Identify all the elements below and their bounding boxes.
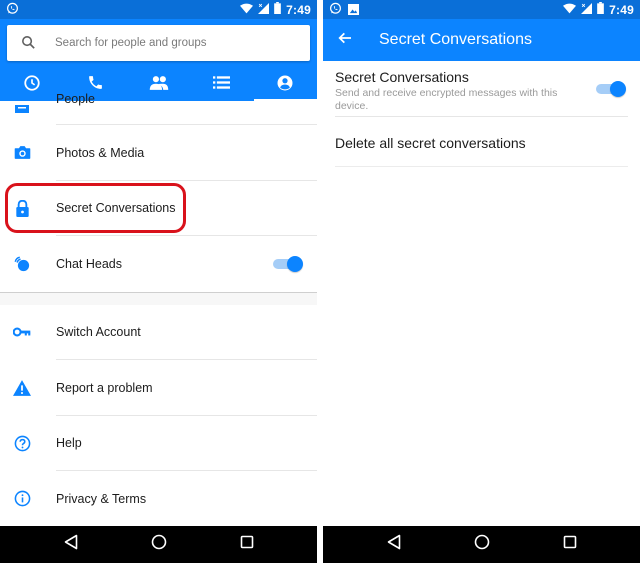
list-item-label: People [56, 92, 95, 106]
tab-profile[interactable] [253, 69, 317, 101]
wifi-icon [563, 3, 577, 17]
recents-square-icon [563, 535, 577, 554]
toggle-thumb [287, 255, 303, 272]
home-circle-icon [474, 534, 490, 555]
battery-icon [597, 2, 605, 17]
signal-icon [581, 2, 593, 17]
camera-icon [12, 143, 32, 163]
back-triangle-icon [64, 534, 78, 555]
status-time: 7:49 [286, 2, 311, 17]
lock-icon [12, 198, 32, 218]
clock-icon [23, 74, 41, 97]
list-item-help[interactable]: Help [0, 416, 317, 471]
list-item-photos-media[interactable]: Photos & Media [0, 125, 317, 181]
nav-recents-button[interactable] [203, 526, 291, 563]
help-icon [12, 433, 32, 453]
back-triangle-icon [387, 534, 401, 555]
list-item-report-problem[interactable]: Report a problem [0, 360, 317, 416]
list-item-label: Switch Account [56, 325, 141, 340]
setting-title: Secret Conversations [335, 69, 469, 85]
key-icon [12, 322, 32, 342]
list-icon [213, 75, 231, 95]
toggle-thumb [610, 81, 626, 97]
whatsapp-icon [6, 2, 19, 20]
home-circle-icon [151, 534, 167, 555]
messenger-me-screen: 7:49 Search for people and groups People… [0, 0, 317, 563]
list-item-secret-conversations[interactable]: Secret Conversations [0, 181, 317, 236]
secret-conversations-setting[interactable]: Secret Conversations Send and receive en… [335, 61, 628, 117]
people-icon [149, 75, 169, 96]
tab-groups[interactable] [127, 69, 190, 101]
setting-description: Send and receive encrypted messages with… [335, 87, 558, 112]
wifi-icon [240, 3, 254, 17]
tab-list[interactable] [190, 69, 253, 101]
nav-home-button[interactable] [438, 526, 526, 563]
people-book-icon [12, 99, 32, 119]
page-title: Secret Conversations [379, 31, 532, 48]
status-bar: 7:49 [0, 0, 317, 19]
nav-recents-button[interactable] [526, 526, 614, 563]
setting-title: Delete all secret conversations [335, 135, 526, 151]
info-icon [12, 489, 32, 509]
list-item-label: Chat Heads [56, 256, 123, 271]
app-bar: Secret Conversations [323, 19, 640, 61]
list-item-label: Photos & Media [56, 145, 145, 160]
nav-back-button[interactable] [350, 526, 438, 563]
list-item-privacy-terms[interactable]: Privacy & Terms [0, 471, 317, 527]
settings-list: People Photos & Media Secret Conversatio… [0, 92, 317, 527]
warning-icon [12, 378, 32, 398]
android-nav-bar [0, 526, 317, 563]
search-input[interactable] [55, 25, 295, 61]
list-item-chat-heads[interactable]: Chat Heads [0, 236, 317, 292]
back-arrow-icon[interactable] [337, 30, 353, 51]
chat-heads-toggle[interactable] [273, 255, 303, 272]
list-item-label: Secret Conversations [56, 201, 176, 216]
search-bar[interactable] [7, 25, 310, 61]
signal-icon [258, 2, 270, 17]
list-item-label: Privacy & Terms [56, 491, 147, 506]
list-item-label: Report a problem [56, 380, 153, 395]
status-time: 7:49 [609, 2, 634, 17]
top-header [0, 19, 317, 101]
delete-all-secret-conversations[interactable]: Delete all secret conversations [335, 117, 628, 167]
image-icon [348, 2, 359, 20]
account-icon [276, 74, 294, 97]
status-bar: 7:49 [323, 0, 640, 19]
chat-heads-icon [12, 254, 32, 274]
android-nav-bar [323, 526, 640, 563]
tab-bar [0, 69, 317, 101]
list-item-label: Help [56, 436, 82, 451]
search-icon [20, 34, 37, 56]
whatsapp-icon [329, 2, 342, 20]
secret-conversations-screen: 7:49 Secret Conversations Secret Convers… [323, 0, 640, 563]
nav-back-button[interactable] [27, 526, 115, 563]
section-divider [0, 291, 317, 305]
battery-icon [274, 2, 282, 17]
nav-home-button[interactable] [115, 526, 203, 563]
list-item-switch-account[interactable]: Switch Account [0, 305, 317, 360]
list-item-people[interactable]: People [0, 92, 317, 125]
tab-recent[interactable] [0, 69, 63, 101]
secret-conversations-toggle[interactable] [596, 81, 626, 97]
recents-square-icon [240, 535, 254, 554]
